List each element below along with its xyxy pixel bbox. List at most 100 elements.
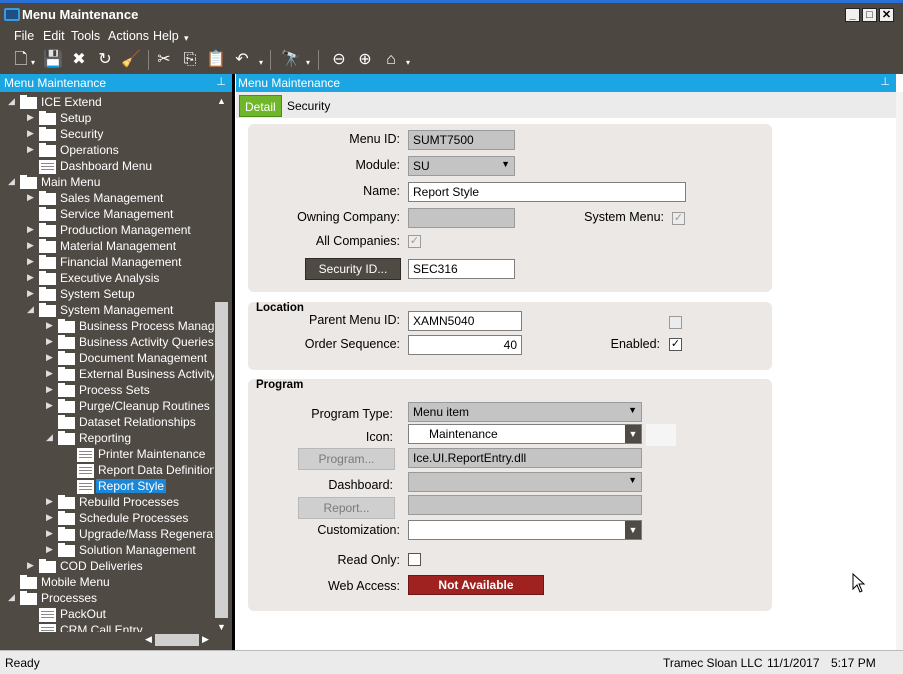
all-companies-checkbox[interactable]: ✓ [408,235,421,248]
tree-node[interactable]: ◢ Main Menu [8,175,214,191]
tree-node[interactable]: ◢ Reporting [46,431,214,447]
tree-vertical-scrollbar[interactable]: ▲ ▼ [214,94,229,636]
tree-node[interactable]: ▶ External Business Activity [46,367,214,383]
tree-node[interactable]: ▶ Schedule Processes [46,511,214,527]
collapsed-arrow-icon[interactable]: ▶ [46,384,56,395]
scroll-left-icon[interactable]: ◀ [145,634,152,645]
scroll-thumb[interactable] [155,634,199,646]
expanded-arrow-icon[interactable]: ◢ [8,96,18,107]
tree-node[interactable]: ◢ System Management [27,303,214,319]
order-sequence-field[interactable]: 40 [408,335,522,355]
tree-node[interactable]: ◢ Processes [8,591,214,607]
tree-node[interactable]: ◢ ICE Extend [8,95,214,111]
menu-actions[interactable]: Actions [108,29,149,43]
tree-node[interactable]: ▶ Sales Management [27,191,214,207]
tree-node[interactable]: ▶ System Setup [27,287,214,303]
forward-icon[interactable]: ⊕ [354,50,376,70]
icon-dropdown[interactable]: Maintenance ▼ [408,424,642,444]
pin-icon[interactable]: ⊥ [880,75,890,88]
back-icon[interactable]: ⊖ [328,50,350,70]
owning-company-field[interactable] [408,208,515,228]
tree-node[interactable]: Report Style [65,479,214,495]
enabled-checkbox[interactable]: ✓ [669,338,682,351]
tree-node[interactable]: ▶ Rebuild Processes [46,495,214,511]
collapsed-arrow-icon[interactable]: ▶ [27,192,37,203]
tree-node[interactable]: ▶ COD Deliveries [27,559,214,575]
collapsed-arrow-icon[interactable]: ▶ [27,256,37,267]
tree-node[interactable]: ▶ Upgrade/Mass Regenerati [46,527,214,543]
tree-node[interactable]: ▶ Setup [27,111,214,127]
copy-icon[interactable]: ⎘ [179,50,201,70]
customization-dropdown[interactable]: ▼ [408,520,642,540]
chevron-down-icon[interactable]: ▼ [501,159,510,169]
tree-horizontal-scrollbar[interactable]: ◀ ▶ [0,632,214,648]
cut-icon[interactable]: ✂ [153,50,175,70]
system-menu-checkbox[interactable]: ✓ [672,212,685,225]
tree-node[interactable]: ▶ Operations [27,143,214,159]
report-button[interactable]: Report... [298,497,395,519]
tree-node[interactable]: ▶ Business Process Manag [46,319,214,335]
security-id-field[interactable]: SEC316 [408,259,515,279]
unlabeled-checkbox[interactable] [669,316,682,329]
minimize-button[interactable]: _ [845,8,860,22]
close-button[interactable]: ✕ [879,8,894,22]
read-only-checkbox[interactable] [408,553,421,566]
chevron-down-icon[interactable]: ▼ [625,425,641,443]
delete-icon[interactable]: ✖ [68,50,90,70]
collapsed-arrow-icon[interactable]: ▶ [46,336,56,347]
tree-node[interactable]: Dataset Relationships [46,415,214,431]
maximize-button[interactable]: □ [862,8,877,22]
collapsed-arrow-icon[interactable]: ▶ [46,400,56,411]
chevron-down-icon[interactable]: ▾ [406,58,410,67]
tree-node[interactable]: ▶ Material Management [27,239,214,255]
chevron-down-icon[interactable]: ▾ [306,58,310,67]
tree-node[interactable]: Report Data Definition [65,463,214,479]
tree-node[interactable]: ▶ Financial Management [27,255,214,271]
tab-detail[interactable]: Detail [239,95,282,117]
tree-node[interactable]: Mobile Menu [8,575,214,591]
expanded-arrow-icon[interactable]: ◢ [27,304,37,315]
menu-help[interactable]: Help [153,29,179,43]
scroll-down-icon[interactable]: ▼ [217,622,226,632]
collapsed-arrow-icon[interactable]: ▶ [27,240,37,251]
program-type-dropdown[interactable]: Menu item ▼ [408,402,642,422]
collapsed-arrow-icon[interactable]: ▶ [27,560,37,571]
module-dropdown[interactable]: SU ▼ [408,156,515,176]
collapsed-arrow-icon[interactable]: ▶ [46,368,56,379]
tab-security[interactable]: Security [282,95,335,117]
tree-node[interactable]: ▶ Executive Analysis [27,271,214,287]
tree-node[interactable]: ▶ Purge/Cleanup Routines [46,399,214,415]
scroll-thumb[interactable] [215,302,228,618]
new-icon[interactable]: 🗋 [10,50,32,70]
chevron-down-icon[interactable]: ▼ [628,475,637,485]
tree-node[interactable]: ▶ Business Activity Queries [46,335,214,351]
dashboard-dropdown[interactable]: ▼ [408,472,642,492]
right-scrollbar[interactable] [896,92,903,650]
name-field[interactable]: Report Style [408,182,686,202]
search-icon[interactable]: 🔭 [280,50,302,70]
report-field[interactable] [408,495,642,515]
tree-node[interactable]: Printer Maintenance [65,447,214,463]
tree-node[interactable]: Service Management [27,207,214,223]
collapsed-arrow-icon[interactable]: ▶ [46,528,56,539]
tree-node[interactable]: ▶ Document Management [46,351,214,367]
expanded-arrow-icon[interactable]: ◢ [8,176,18,187]
security-id-button[interactable]: Security ID... [305,258,401,280]
collapsed-arrow-icon[interactable]: ▶ [46,512,56,523]
refresh-icon[interactable]: ↻ [94,50,116,70]
chevron-down-icon[interactable]: ▼ [628,405,637,415]
scroll-up-icon[interactable]: ▲ [217,96,226,106]
tree-node[interactable]: Dashboard Menu [27,159,214,175]
chevron-down-icon[interactable]: ▾ [31,58,35,67]
collapsed-arrow-icon[interactable]: ▶ [46,320,56,331]
home-icon[interactable]: ⌂ [380,50,402,70]
tree-node[interactable]: ▶ Security [27,127,214,143]
menu-file[interactable]: File [14,29,34,43]
tree-node[interactable]: ▶ Solution Management [46,543,214,559]
menu-id-field[interactable]: SUMT7500 [408,130,515,150]
expanded-arrow-icon[interactable]: ◢ [46,432,56,443]
collapsed-arrow-icon[interactable]: ▶ [46,496,56,507]
program-field[interactable]: Ice.UI.ReportEntry.dll [408,448,642,468]
pin-icon[interactable]: ⊥ [216,75,226,88]
collapsed-arrow-icon[interactable]: ▶ [27,112,37,123]
